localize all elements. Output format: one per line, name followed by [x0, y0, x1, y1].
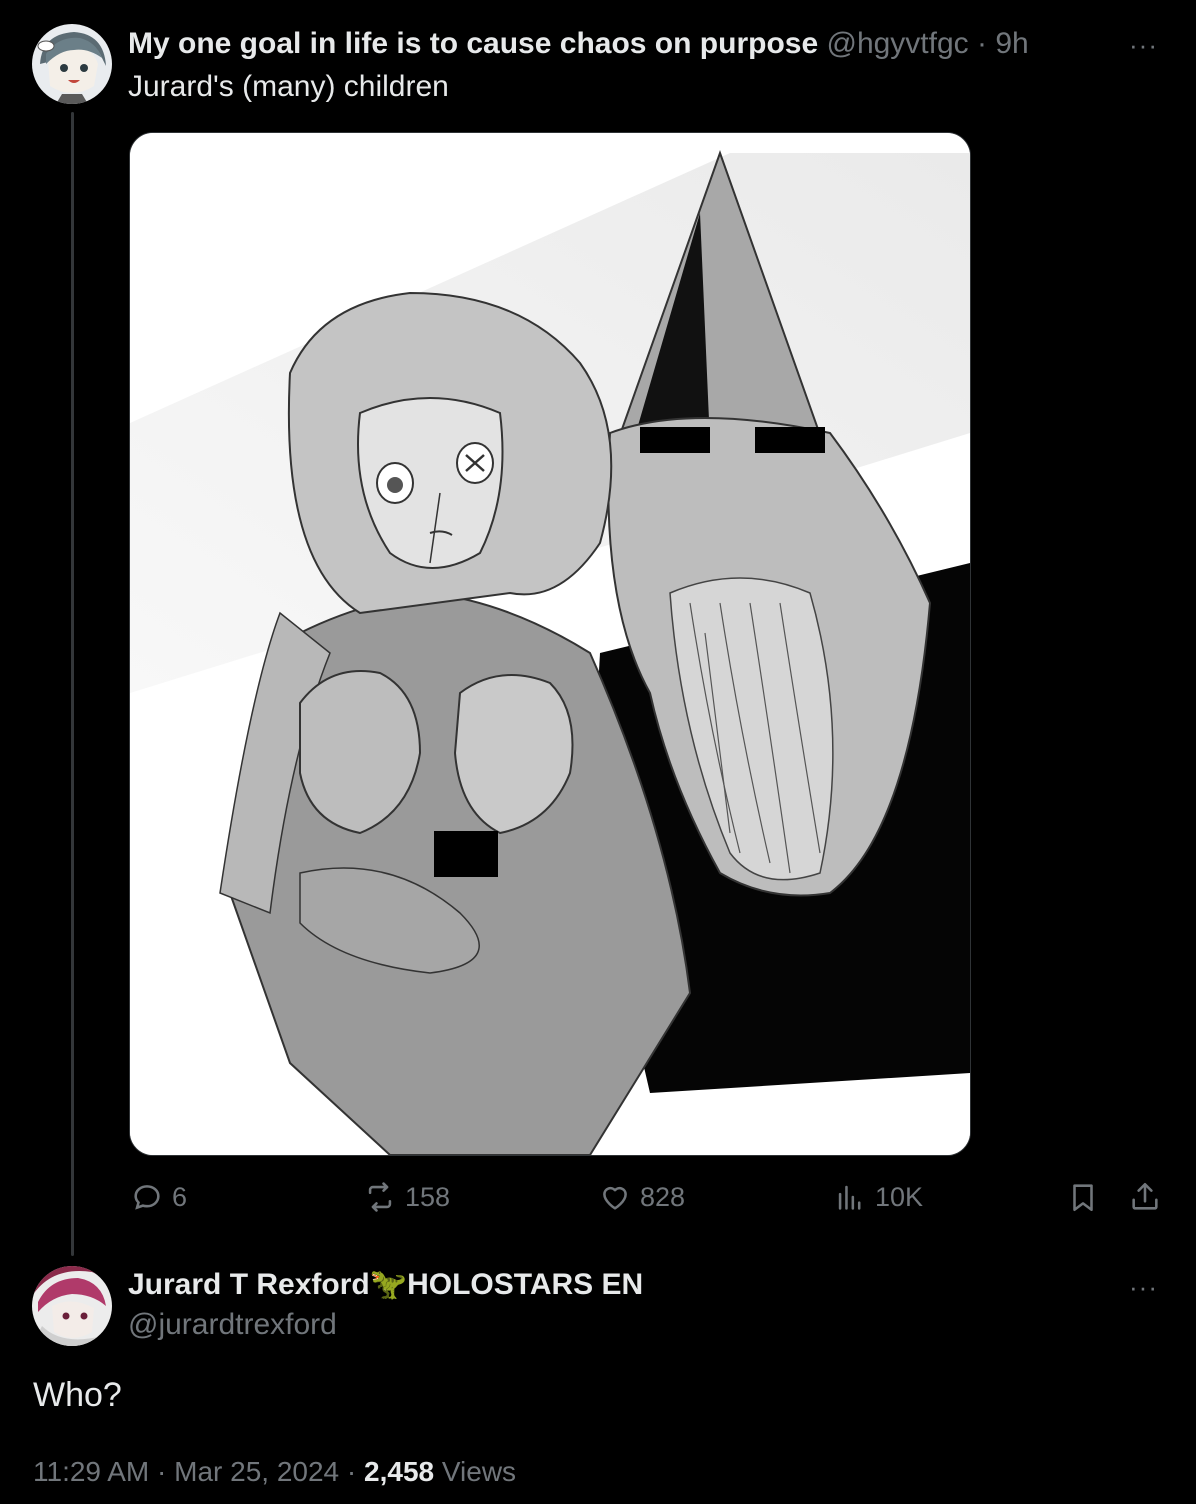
more-options-button[interactable]: ··· [1129, 30, 1158, 61]
reply-action[interactable]: 6 [130, 1180, 187, 1214]
reply-author-avatar[interactable] [32, 1266, 112, 1346]
reply-date[interactable]: Mar 25, 2024 [174, 1456, 339, 1487]
anime-avatar-icon [32, 24, 112, 104]
reply-icon [134, 1185, 160, 1210]
share-button[interactable] [1128, 1180, 1162, 1214]
thread-connector-line [71, 112, 74, 1256]
heart-icon [603, 1186, 627, 1210]
bookmark-icon [1073, 1184, 1093, 1212]
views-action[interactable]: 10K [833, 1180, 923, 1214]
views-count: 10K [875, 1181, 924, 1212]
repost-action[interactable]: 158 [363, 1180, 450, 1214]
reply-views-count: 2,458 [364, 1456, 435, 1487]
tweet-timestamp[interactable]: 9h [995, 27, 1028, 60]
anime-avatar-icon [32, 1266, 112, 1346]
dinosaur-icon: 🦖 [369, 1267, 408, 1302]
tweet-header: My one goal in life is to cause chaos on… [128, 27, 1029, 61]
author-handle[interactable]: @hgyvtfgc [826, 27, 968, 60]
like-action[interactable]: 828 [598, 1180, 685, 1214]
header-separator: · [977, 27, 988, 60]
reply-author-name-row[interactable]: Jurard T Rexford🦖HOLOSTARS EN [128, 1267, 643, 1302]
bookmark-button[interactable] [1066, 1180, 1100, 1214]
author-avatar[interactable] [32, 24, 112, 104]
reply-name-suffix: HOLOSTARS EN [407, 1268, 644, 1301]
sketch-illustration-image [130, 133, 970, 1155]
repost-icon [368, 1182, 392, 1212]
reply-time[interactable]: 11:29 AM [33, 1456, 149, 1487]
tweet-text: Jurard's (many) children [128, 70, 449, 103]
reply-count: 6 [172, 1181, 188, 1212]
reply-author-handle[interactable]: @jurardtrexford [128, 1308, 337, 1342]
reply-meta: 11:29 AM · Mar 25, 2024 · 2,458 Views [33, 1456, 516, 1488]
meta-separator: · [346, 1456, 357, 1487]
reply-views-label: Views [441, 1456, 517, 1487]
author-display-name[interactable]: My one goal in life is to cause chaos on… [128, 27, 818, 60]
reply-more-options-button[interactable]: ··· [1129, 1272, 1158, 1303]
reply-text: Who? [33, 1376, 122, 1414]
repost-count: 158 [405, 1181, 451, 1212]
reply-display-name: Jurard T Rexford [128, 1268, 370, 1301]
like-count: 828 [640, 1181, 686, 1212]
tweet-image[interactable] [129, 132, 971, 1156]
meta-separator: · [157, 1456, 167, 1487]
analytics-icon [838, 1185, 861, 1210]
share-icon [1132, 1182, 1158, 1210]
